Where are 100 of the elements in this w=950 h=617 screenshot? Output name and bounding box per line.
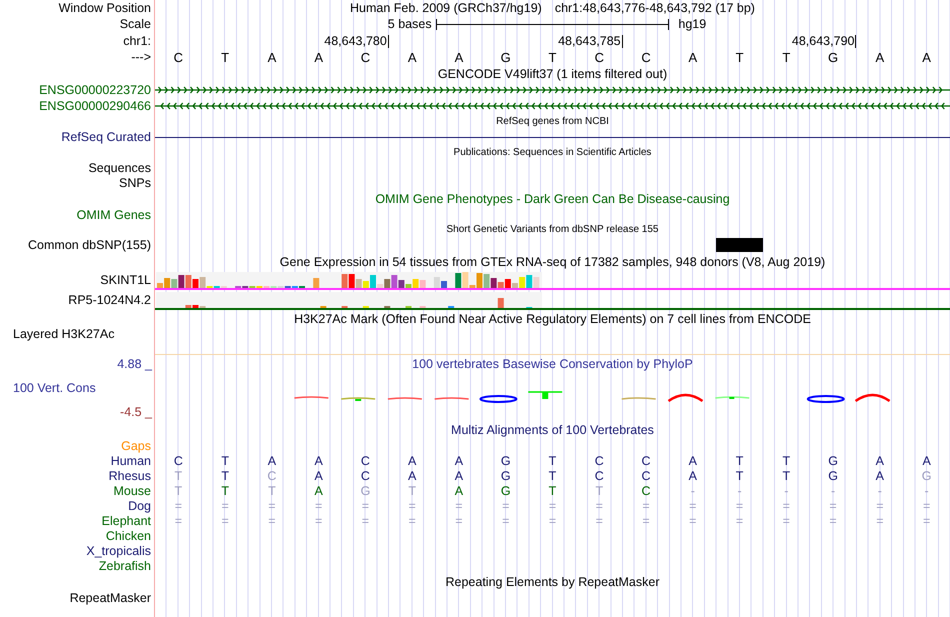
aligned-base: = <box>314 498 324 512</box>
aligned-base: = <box>734 514 744 528</box>
track-title: OMIM Gene Phenotypes - Dark Green Can Be Disease-causing <box>375 192 730 206</box>
track-label[interactable]: SNPs <box>119 176 151 190</box>
aligned-base: C <box>640 484 652 498</box>
aligned-base: T <box>782 468 792 482</box>
dna-base: T <box>781 50 792 64</box>
aligned-base: C <box>172 454 184 468</box>
track-label[interactable]: Rhesus <box>108 468 151 482</box>
aligned-base: A <box>313 454 324 468</box>
track-title: GENCODE V49lift37 (1 items filtered out) <box>438 66 668 80</box>
position-text[interactable]: chr1:48,643,776-48,643,792 (17 bp) <box>554 1 755 15</box>
track-label[interactable]: RepeatMasker <box>70 590 151 604</box>
aligned-base: = <box>828 498 838 512</box>
track-label[interactable]: ENSG00000290466 <box>39 99 151 113</box>
dna-base: T <box>734 50 745 64</box>
aligned-base: T <box>734 454 744 468</box>
aligned-base: = <box>267 498 277 512</box>
aligned-base: = <box>875 498 884 512</box>
aligned-base: = <box>782 498 791 512</box>
aligned-base: A <box>454 484 464 498</box>
dna-base: C <box>360 50 372 64</box>
assembly-title: Human Feb. 2009 (GRCh37/hg19) <box>350 1 542 15</box>
track-label[interactable]: RP5-1024N4.2 <box>68 293 151 307</box>
aligned-base: = <box>408 498 417 512</box>
track-label[interactable]: Zebrafish <box>98 558 151 572</box>
track-title: H3K27Ac Mark (Often Found Near Active Regulatory Elements) on 7 cell lines from ENCODE <box>294 312 811 326</box>
aligned-base: = <box>828 514 838 528</box>
track-label[interactable]: Sequences <box>88 160 151 174</box>
strand-label[interactable]: ---> <box>131 50 151 64</box>
aligned-base: - <box>830 484 836 498</box>
aligned-base: G <box>827 454 839 468</box>
aligned-base: A <box>921 454 932 468</box>
aligned-base: T <box>734 468 744 482</box>
track-label[interactable]: Dog <box>128 498 151 512</box>
aligned-base: - <box>783 484 790 498</box>
aligned-base: - <box>924 484 930 498</box>
aligned-base: C <box>266 468 278 482</box>
aligned-base: C <box>360 468 371 482</box>
aligned-base: = <box>501 498 510 512</box>
aligned-base: G <box>500 484 512 498</box>
aligned-base: G <box>500 454 512 468</box>
aligned-base: = <box>688 514 698 528</box>
coordinate-tick: 48,643,780 <box>202 35 389 48</box>
snp-block[interactable] <box>716 238 763 252</box>
aligned-base: A <box>454 454 464 468</box>
chromosome-label: chr1: <box>123 34 151 48</box>
track-label[interactable]: Elephant <box>102 514 151 528</box>
track-label[interactable]: Chicken <box>106 528 151 542</box>
track-label[interactable]: ENSG00000223720 <box>39 83 151 97</box>
track-label[interactable]: Mouse <box>113 484 151 498</box>
aligned-base: = <box>174 498 184 512</box>
dna-base: G <box>500 50 512 64</box>
aligned-base: = <box>454 498 464 512</box>
aligned-base: G <box>360 484 372 498</box>
track-label[interactable]: SKINT1L <box>100 273 151 287</box>
track-label[interactable]: 100 Vert. Cons <box>13 381 152 395</box>
dna-base: G <box>827 50 840 64</box>
aligned-base: = <box>548 498 558 512</box>
aligned-base: T <box>594 484 604 498</box>
aligned-base: - <box>876 484 883 498</box>
row-label: Scale <box>120 17 151 31</box>
aligned-base: A <box>313 484 324 498</box>
track-label[interactable]: Human <box>110 454 151 468</box>
aligned-base: A <box>454 468 464 482</box>
aligned-base: T <box>548 484 558 498</box>
aligned-base: = <box>220 514 230 528</box>
dna-base: T <box>548 50 558 64</box>
aligned-base: = <box>267 514 277 528</box>
aligned-base: = <box>548 514 558 528</box>
aligned-base: G <box>827 468 839 482</box>
track-title: Publications: Sequences in Scientific Articles <box>454 147 652 158</box>
aligned-base: = <box>641 498 651 512</box>
track-label[interactable]: RefSeq Curated <box>61 130 151 144</box>
dna-base: T <box>220 50 230 64</box>
aligned-base: T <box>407 484 418 498</box>
track-label[interactable]: Common dbSNP(155) <box>28 238 151 252</box>
track-title: Multiz Alignments of 100 Vertebrates <box>451 422 654 436</box>
track-label[interactable]: Layered H3K27Ac <box>13 327 114 341</box>
track-label[interactable]: X_tropicalis <box>86 544 151 558</box>
scale-text: 5 bases <box>386 17 433 31</box>
aligned-base: C <box>594 468 605 482</box>
aligned-base: T <box>548 454 558 468</box>
aligned-base: C <box>360 454 371 468</box>
dna-base: A <box>874 50 886 64</box>
aligned-base: = <box>360 498 370 512</box>
track-title: RefSeq genes from NCBI <box>496 116 609 127</box>
aligned-base: T <box>174 484 184 498</box>
aligned-base: T <box>548 468 558 482</box>
aligned-base: = <box>875 514 884 528</box>
aligned-base: = <box>408 514 417 528</box>
track-title: Short Genetic Variants from dbSNP release 155 <box>446 224 658 235</box>
aligned-base: A <box>688 454 698 468</box>
aligned-base: T <box>220 484 230 498</box>
aligned-base: A <box>688 468 698 482</box>
axis-min-label: -4.5 _ <box>120 405 152 419</box>
aligned-base: = <box>454 514 464 528</box>
track-label[interactable]: OMIM Genes <box>76 208 151 222</box>
axis-max-label: 4.88 _ <box>117 357 152 371</box>
aligned-base: T <box>782 454 792 468</box>
